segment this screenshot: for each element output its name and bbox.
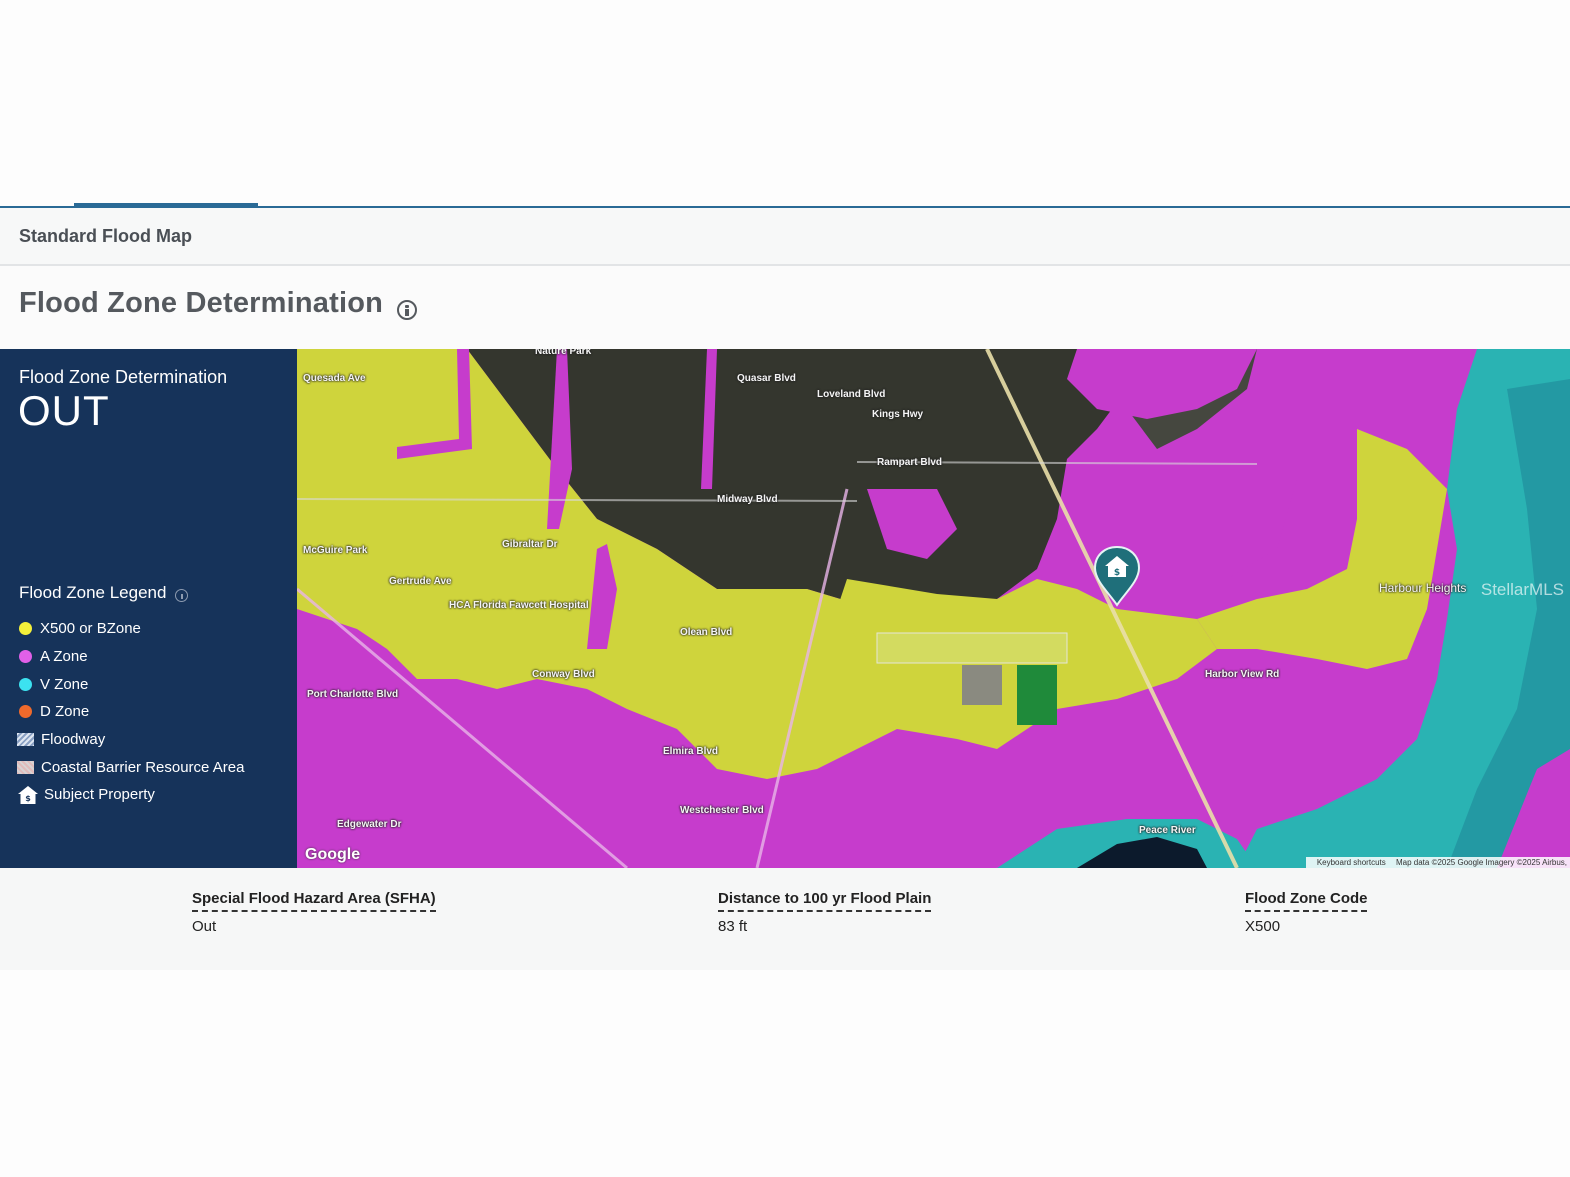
legend-item-a-zone: A Zone xyxy=(17,643,244,671)
google-logo[interactable]: Google xyxy=(305,846,360,864)
legend-label: Subject Property xyxy=(44,786,155,804)
distance-stat: Distance to 100 yr Flood Plain 83 ft xyxy=(718,890,932,935)
distance-label[interactable]: Distance to 100 yr Flood Plain xyxy=(718,890,932,912)
legend-info-icon[interactable] xyxy=(175,589,188,602)
legend-item-d-zone: D Zone xyxy=(17,698,244,726)
map-label: Olean Blvd xyxy=(680,627,733,638)
map-label: Edgewater Dr xyxy=(337,819,402,830)
legend-label: Coastal Barrier Resource Area xyxy=(41,758,245,776)
orange-dot-icon xyxy=(19,705,32,719)
map-label: Quasar Blvd xyxy=(737,373,796,384)
zone-code-value: X500 xyxy=(1245,918,1281,935)
determination-value: OUT xyxy=(18,387,110,434)
map-attribution: Keyboard shortcuts Map data ©2025 Google… xyxy=(1305,857,1570,868)
legend-item-v-zone: V Zone xyxy=(17,670,244,698)
page-title: Flood Zone Determination xyxy=(19,287,384,319)
zone-code-label[interactable]: Flood Zone Code xyxy=(1245,890,1368,912)
map-label: McGuire Park xyxy=(303,545,368,556)
map-label: Elmira Blvd xyxy=(663,746,719,757)
legend-item-subject-property: $ Subject Property xyxy=(17,781,244,809)
page: Standard Flood Map Flood Zone Determinat… xyxy=(0,0,1570,1177)
map-label: Gibraltar Dr xyxy=(502,539,558,550)
map-label: Rampart Blvd xyxy=(877,457,943,468)
sfha-label[interactable]: Special Flood Hazard Area (SFHA) xyxy=(192,890,436,912)
map-label: Quesada Ave xyxy=(303,373,366,384)
legend-label: X500 or BZone xyxy=(40,620,141,638)
legend-label: V Zone xyxy=(40,675,89,693)
hatch-swatch-icon xyxy=(17,733,34,747)
map-label: Harbour Heights xyxy=(1379,581,1467,595)
map-label: Midway Blvd xyxy=(717,494,778,505)
flood-summary: Special Flood Hazard Area (SFHA) Out Dis… xyxy=(0,868,1570,970)
legend-label: D Zone xyxy=(40,703,90,721)
zone-code-stat: Flood Zone Code X500 xyxy=(1245,890,1368,935)
map-label: Loveland Blvd xyxy=(817,389,886,400)
flood-map[interactable]: Nature Park Quesada Ave Quasar Blvd Midw… xyxy=(297,349,1570,868)
distance-value: 83 ft xyxy=(718,918,748,935)
house-icon: $ xyxy=(18,785,38,804)
svg-text:$: $ xyxy=(1114,568,1120,578)
crosshatch-swatch-icon xyxy=(17,760,34,774)
map-label: Port Charlotte Blvd xyxy=(307,689,399,700)
map-label: Peace River xyxy=(1139,825,1196,836)
map-label: HCA Florida Fawcett Hospital xyxy=(449,600,589,611)
legend-label: Floodway xyxy=(41,731,106,749)
map-label: Conway Blvd xyxy=(532,669,595,680)
sfha-stat: Special Flood Hazard Area (SFHA) Out xyxy=(192,890,436,935)
section-bar xyxy=(0,208,1570,266)
yellow-dot-icon xyxy=(19,622,32,636)
svg-text:$: $ xyxy=(25,794,31,803)
sfha-value: Out xyxy=(192,918,217,935)
watermark: StellarMLS xyxy=(1480,580,1564,599)
flood-zone-legend: X500 or BZone A Zone V Zone D Zone Flood… xyxy=(17,615,244,809)
map-label: Kings Hwy xyxy=(872,409,924,420)
determination-label: Flood Zone Determination xyxy=(19,367,228,387)
determination-panel: Flood Zone Determination OUT Flood Zone … xyxy=(0,349,297,868)
legend-item-floodway: Floodway xyxy=(17,726,244,754)
map-data-credit[interactable]: Map data ©2025 Google Imagery ©2025 Airb… xyxy=(1396,858,1567,867)
map-label: Harbor View Rd xyxy=(1205,669,1280,680)
legend-item-coastal-barrier: Coastal Barrier Resource Area xyxy=(17,753,244,781)
tab-standard-flood-map[interactable]: Standard Flood Map xyxy=(19,226,192,247)
magenta-dot-icon xyxy=(19,650,32,664)
map-label: Westchester Blvd xyxy=(680,805,764,816)
legend-label: A Zone xyxy=(40,648,88,666)
legend-item-x500: X500 or BZone xyxy=(17,615,244,643)
info-icon[interactable] xyxy=(397,300,417,320)
map-label: Gertrude Ave xyxy=(389,576,452,587)
cyan-dot-icon xyxy=(19,677,32,691)
legend-title: Flood Zone Legend xyxy=(19,583,167,602)
keyboard-shortcuts-link[interactable]: Keyboard shortcuts xyxy=(1317,858,1386,867)
subject-property-pin-icon[interactable]: $ xyxy=(1093,545,1141,607)
map-label: Nature Park xyxy=(535,349,592,357)
